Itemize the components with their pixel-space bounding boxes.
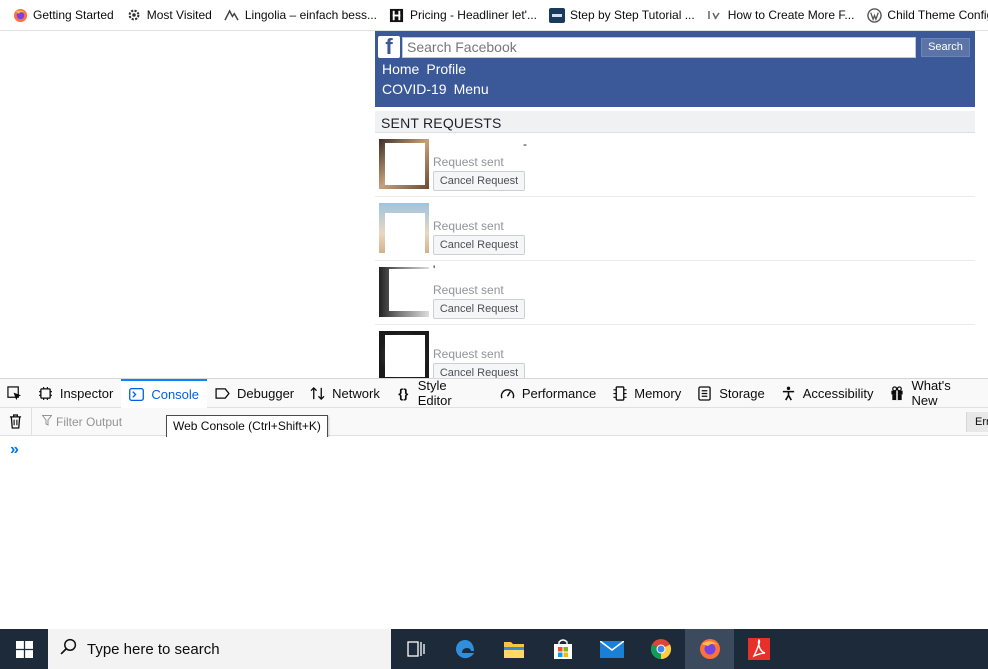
edge-icon[interactable] — [440, 629, 489, 669]
tab-whats-new[interactable]: What's New — [882, 378, 988, 408]
cancel-request-button[interactable]: Cancel Request — [433, 363, 525, 378]
filter-icon — [41, 414, 53, 429]
friend-request-item: Request sent Cancel Request — [375, 197, 975, 261]
friend-request-item: - Request sent Cancel Request — [375, 133, 975, 197]
console-tooltip: Web Console (Ctrl+Shift+K) — [166, 415, 328, 438]
ly-icon — [707, 7, 723, 23]
sent-requests-heading: SENT REQUESTS — [375, 111, 975, 133]
devtools-tab-bar: Inspector Console Debugger Network {} St… — [0, 378, 988, 408]
nav-link-home[interactable]: Home — [382, 61, 419, 77]
friend-request-item: ' Request sent Cancel Request — [375, 261, 975, 325]
firefox-icon — [12, 7, 28, 23]
cancel-request-button[interactable]: Cancel Request — [433, 299, 525, 319]
tab-console[interactable]: Console — [121, 378, 208, 408]
tds-icon — [548, 7, 565, 23]
windows-taskbar: Type here to search — [0, 629, 988, 669]
facebook-mobile-page: f Search Home Profile COVID-19 Menu SENT… — [375, 31, 975, 378]
nav-link-covid-19[interactable]: COVID-19 — [382, 81, 447, 97]
tab-inspector[interactable]: Inspector — [30, 379, 121, 408]
bookmark-step-by-step[interactable]: Step by Step Tutorial ... — [537, 0, 695, 30]
tab-storage[interactable]: Storage — [689, 379, 773, 408]
braces-icon: {} — [398, 385, 409, 401]
bookmark-how-to-create[interactable]: How to Create More F... — [695, 0, 854, 30]
storage-icon — [697, 385, 712, 401]
tab-network[interactable]: Network — [302, 379, 388, 408]
element-picker-icon[interactable] — [0, 379, 30, 408]
tab-style-editor[interactable]: {} Style Editor — [388, 378, 492, 408]
store-icon[interactable] — [538, 629, 587, 669]
request-status: Request sent — [433, 347, 504, 361]
request-status: Request sent — [433, 219, 504, 233]
console-toolbar: Filter Output — [0, 407, 988, 436]
facebook-header: f Search Home Profile COVID-19 Menu — [375, 31, 975, 107]
acrobat-icon[interactable] — [734, 629, 783, 669]
lingolia-icon — [224, 7, 240, 23]
wordpress-icon — [866, 7, 882, 23]
request-name[interactable]: ' — [433, 263, 435, 277]
facebook-logo-icon[interactable]: f — [378, 36, 400, 58]
bookmarks-toolbar: Getting Started Most Visited Lingolia – … — [0, 0, 988, 31]
nav-link-menu[interactable]: Menu — [454, 81, 489, 97]
search-icon — [60, 638, 77, 660]
nav-link-profile[interactable]: Profile — [426, 61, 466, 77]
bookmark-lingolia[interactable]: Lingolia – einfach bess... — [212, 0, 377, 30]
avatar[interactable] — [379, 267, 429, 317]
facebook-nav-primary: Home Profile — [375, 59, 975, 79]
avatar[interactable] — [379, 139, 429, 189]
headliner-icon — [389, 7, 405, 23]
cancel-request-button[interactable]: Cancel Request — [433, 171, 525, 191]
facebook-search-row: f Search — [375, 31, 975, 59]
friend-request-item: Request sent Cancel Request — [375, 325, 975, 378]
bookmark-child-theme[interactable]: Child Theme Configur — [854, 0, 988, 30]
console-icon — [129, 387, 145, 402]
taskbar-search-box[interactable]: Type here to search — [48, 629, 391, 669]
inspector-icon — [38, 386, 53, 401]
request-name[interactable]: - — [523, 137, 527, 151]
bookmark-getting-started[interactable]: Getting Started — [0, 0, 114, 30]
facebook-search-input[interactable] — [402, 36, 916, 58]
console-prompt-chevron-icon[interactable]: » — [10, 441, 19, 459]
filter-output-field[interactable]: Filter Output — [41, 414, 122, 429]
network-icon — [310, 386, 325, 401]
request-status: Request sent — [433, 283, 504, 297]
firefox-icon[interactable] — [685, 629, 734, 669]
facebook-search-button[interactable]: Search — [921, 37, 970, 57]
memory-icon — [612, 385, 627, 401]
file-explorer-icon[interactable] — [489, 629, 538, 669]
avatar[interactable] — [379, 331, 429, 378]
tab-debugger[interactable]: Debugger — [207, 379, 302, 408]
errors-filter-button[interactable]: Err — [966, 412, 988, 432]
tab-accessibility[interactable]: Accessibility — [773, 379, 882, 408]
accessibility-icon — [781, 386, 796, 401]
cancel-request-button[interactable]: Cancel Request — [433, 235, 525, 255]
tab-memory[interactable]: Memory — [604, 379, 689, 408]
tab-performance[interactable]: Performance — [492, 379, 604, 408]
chrome-icon[interactable] — [636, 629, 685, 669]
page-viewport: f Search Home Profile COVID-19 Menu SENT… — [0, 31, 988, 378]
facebook-nav-secondary: COVID-19 Menu — [375, 79, 975, 99]
gear-icon — [126, 7, 142, 23]
request-status: Request sent — [433, 155, 504, 169]
mail-icon[interactable] — [587, 629, 636, 669]
clear-console-trash-icon[interactable] — [0, 407, 32, 436]
performance-icon — [500, 386, 515, 401]
bookmark-pricing-headliner[interactable]: Pricing - Headliner let'... — [377, 0, 537, 30]
bookmark-most-visited[interactable]: Most Visited — [114, 0, 212, 30]
debugger-icon — [215, 386, 230, 401]
windows-start-icon[interactable] — [0, 629, 48, 669]
gift-icon — [890, 385, 905, 401]
task-view-icon[interactable] — [391, 629, 440, 669]
avatar[interactable] — [379, 203, 429, 253]
console-output-area[interactable]: » — [0, 437, 988, 629]
